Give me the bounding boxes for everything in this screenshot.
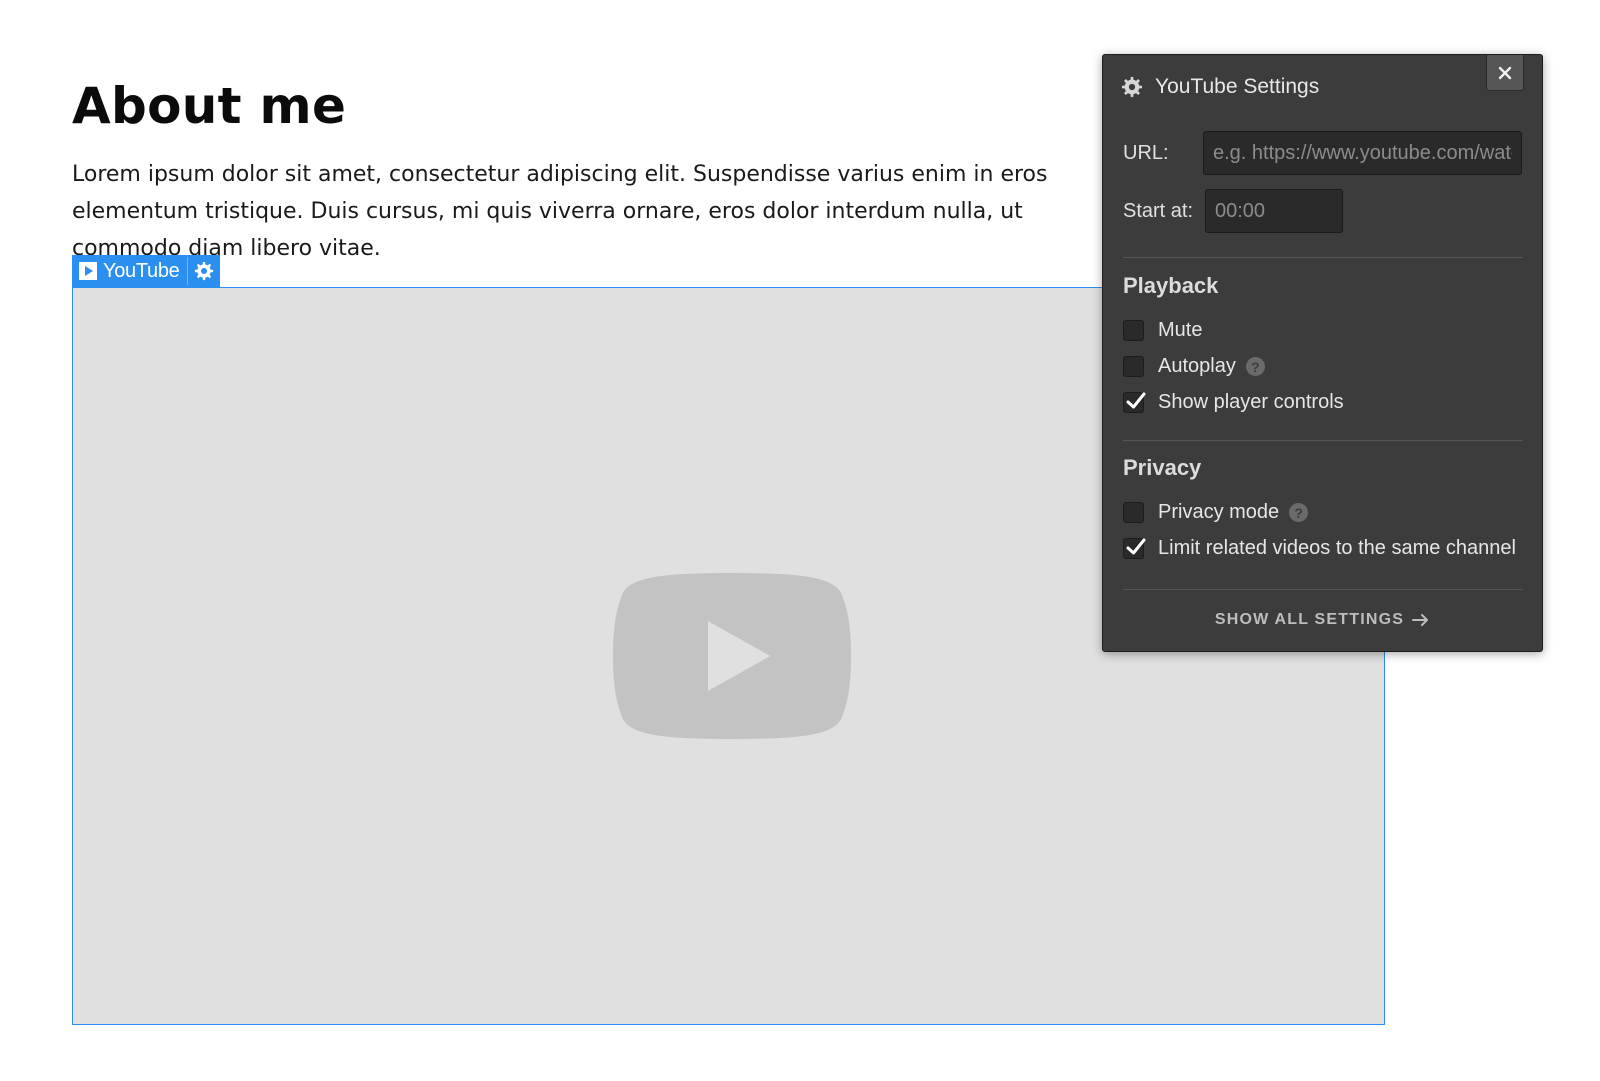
panel-title: YouTube Settings (1155, 75, 1320, 98)
element-label[interactable]: YouTube (72, 255, 187, 287)
privacy-mode-option[interactable]: Privacy mode ? (1123, 501, 1309, 524)
autoplay-checkbox[interactable] (1123, 356, 1144, 377)
start-at-label: Start at: (1123, 199, 1194, 222)
checkmark-icon (1126, 538, 1146, 555)
show-player-controls-label: Show player controls (1158, 391, 1344, 413)
show-all-settings-link[interactable]: SHOW ALL SETTINGS (1103, 611, 1542, 629)
help-icon[interactable]: ? (1289, 503, 1309, 522)
divider (1123, 589, 1523, 590)
gear-icon (1121, 76, 1143, 98)
limit-related-videos-option[interactable]: Limit related videos to the same channel (1123, 537, 1516, 560)
close-icon (1498, 66, 1512, 79)
url-row: URL: (1123, 131, 1522, 175)
youtube-settings-panel: YouTube Settings URL: Start at: Playback… (1102, 54, 1543, 652)
mute-option[interactable]: Mute (1123, 319, 1202, 342)
panel-header: YouTube Settings (1121, 75, 1319, 99)
limit-related-videos-label: Limit related videos to the same channel (1158, 537, 1516, 559)
youtube-play-logo (613, 573, 851, 739)
gear-icon (194, 261, 213, 281)
page: About me Lorem ipsum dolor sit amet, con… (0, 0, 1600, 1081)
show-player-controls-option[interactable]: Show player controls (1123, 391, 1344, 414)
playback-section-title: Playback (1123, 273, 1219, 298)
element-settings-button[interactable] (188, 255, 220, 287)
show-player-controls-checkbox[interactable] (1123, 392, 1146, 413)
divider (1123, 440, 1523, 441)
privacy-mode-checkbox[interactable] (1123, 502, 1144, 523)
autoplay-option[interactable]: Autoplay ? (1123, 355, 1265, 378)
autoplay-label: Autoplay (1158, 355, 1236, 377)
start-at-input[interactable] (1205, 189, 1343, 233)
show-all-settings-label: SHOW ALL SETTINGS (1214, 611, 1405, 628)
mute-label: Mute (1158, 319, 1203, 341)
limit-related-videos-checkbox[interactable] (1123, 538, 1146, 559)
close-button[interactable] (1486, 55, 1524, 91)
url-label: URL: (1123, 141, 1169, 164)
page-heading: About me (72, 77, 347, 135)
help-icon[interactable]: ? (1245, 357, 1265, 376)
element-toolbar: YouTube (72, 255, 220, 287)
start-at-row: Start at: (1123, 189, 1343, 233)
element-name: YouTube (103, 259, 180, 282)
mute-checkbox[interactable] (1123, 320, 1144, 341)
url-input[interactable] (1203, 131, 1522, 175)
page-paragraph: Lorem ipsum dolor sit amet, consectetur … (72, 162, 1048, 261)
youtube-element-icon (79, 262, 97, 280)
privacy-section-title: Privacy (1123, 455, 1202, 480)
privacy-mode-label: Privacy mode (1158, 501, 1280, 523)
checkmark-icon (1126, 392, 1146, 409)
arrow-right-icon (1412, 614, 1429, 626)
divider (1123, 257, 1523, 258)
